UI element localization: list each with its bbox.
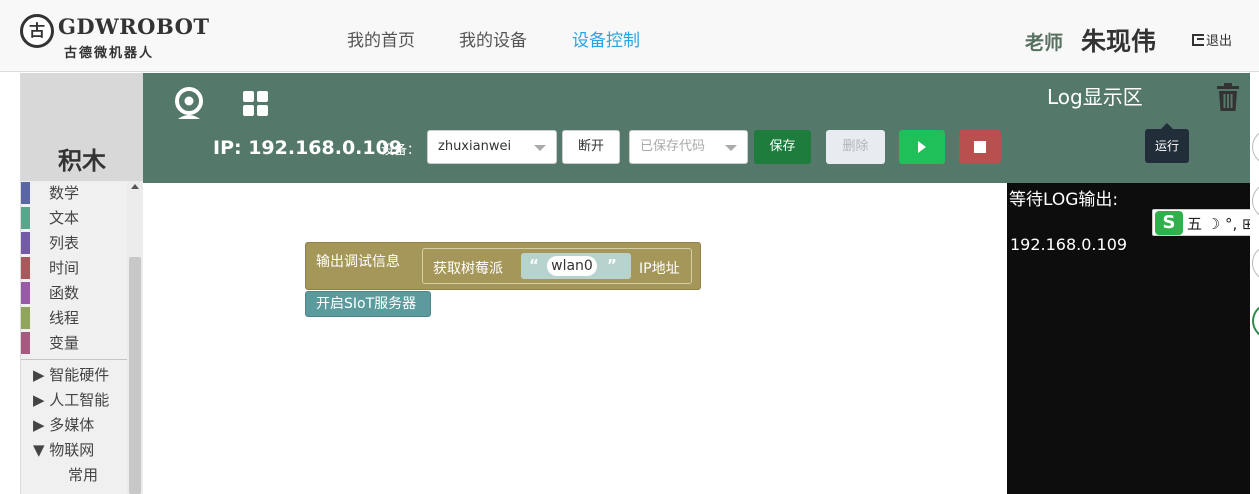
logo-subtitle: 古德微机器人 [64, 46, 155, 61]
subcategory-common[interactable]: 常用 [21, 463, 127, 488]
category-variables[interactable]: 变量 [21, 331, 127, 356]
category-label: 函数 [49, 284, 80, 302]
get-ip-prefix: 获取树莓派 [433, 261, 503, 277]
category-color-swatch [21, 257, 30, 279]
sidebar-scrollbar[interactable] [127, 181, 143, 494]
trash-icon[interactable] [1217, 83, 1239, 111]
sogou-ime-icon: S [1155, 211, 1183, 235]
open-quote: “ [529, 256, 539, 274]
run-button[interactable] [899, 130, 945, 164]
camera-icon[interactable] [173, 87, 205, 121]
category-math[interactable]: 数学 [21, 181, 127, 206]
category-color-swatch [21, 232, 30, 254]
category-list: 数学 文本 列表 时间 函数 线程 变量 ▶ 智能硬件 ▶ 人工智能 ▶ 多媒体… [21, 181, 127, 494]
ip-address-label: IP: 192.168.0.109 [213, 137, 403, 159]
run-tooltip: 运行 [1145, 123, 1189, 163]
category-label: 列表 [49, 234, 80, 252]
category-lists[interactable]: 列表 [21, 231, 127, 256]
print-debug-block[interactable]: 输出调试信息 获取树莓派 “ wlan0 ” IP地址 [305, 242, 701, 290]
string-block[interactable]: “ wlan0 ” [521, 253, 631, 279]
log-title: Log显示区 [1047, 85, 1143, 109]
logout-icon [1192, 34, 1204, 46]
close-quote: ” [607, 256, 617, 274]
get-ip-suffix: IP地址 [639, 261, 680, 277]
saved-code-placeholder: 已保存代码 [640, 139, 706, 154]
logout-button[interactable]: 退出 [1192, 30, 1232, 49]
category-color-swatch [21, 307, 30, 329]
scroll-up-arrow-icon[interactable] [131, 184, 139, 189]
edge-button[interactable] [1252, 245, 1259, 281]
category-label: 时间 [49, 259, 80, 277]
category-threads[interactable]: 线程 [21, 306, 127, 331]
category-divider [21, 359, 127, 360]
device-label: 设备： [381, 143, 421, 158]
user-role: 老师 [1025, 32, 1064, 54]
logo-mark-icon: 古 [20, 14, 54, 48]
play-icon [918, 141, 926, 153]
sidebar-title: 积木 [58, 147, 106, 175]
category-label: 线程 [49, 309, 80, 327]
logo-text: GDWROBOT [58, 14, 210, 39]
edge-button[interactable] [1252, 129, 1259, 165]
category-label: 变量 [49, 334, 80, 352]
group-smart-hardware[interactable]: ▶ 智能硬件 [21, 363, 127, 388]
category-time[interactable]: 时间 [21, 256, 127, 281]
disconnect-button[interactable]: 断开 [562, 130, 620, 164]
start-siot-block[interactable]: 开启SIoT服务器 [305, 291, 431, 317]
log-line: 192.168.0.109 [1010, 235, 1128, 254]
category-color-swatch [21, 207, 30, 229]
nav-home[interactable]: 我的首页 [347, 26, 415, 51]
string-field[interactable]: wlan0 [547, 256, 597, 276]
block-sidebar: 积木 数学 文本 列表 时间 函数 线程 变量 ▶ 智能硬件 ▶ 人工智能 ▶ … [21, 73, 143, 494]
chevron-down-icon [725, 145, 737, 151]
device-select-value: zhuxianwei [438, 139, 512, 154]
blockly-workspace[interactable]: 输出调试信息 获取树莓派 “ wlan0 ” IP地址 开启SIoT服务器 [143, 183, 1007, 494]
delete-button[interactable]: 删除 [826, 130, 885, 164]
get-ip-block[interactable]: 获取树莓派 “ wlan0 ” IP地址 [422, 248, 692, 284]
left-strip [0, 73, 21, 494]
group-multimedia[interactable]: ▶ 多媒体 [21, 413, 127, 438]
print-block-label: 输出调试信息 [316, 254, 400, 270]
control-toolbar: IP: 192.168.0.109 设备： zhuxianwei 断开 已保存代… [143, 73, 1007, 183]
saved-code-select[interactable]: 已保存代码 [629, 130, 748, 164]
save-button[interactable]: 保存 [754, 130, 811, 164]
log-waiting-text: 等待LOG输出: [1009, 190, 1119, 210]
user-name: 朱现伟 [1081, 27, 1157, 56]
group-ai[interactable]: ▶ 人工智能 [21, 388, 127, 413]
category-text[interactable]: 文本 [21, 206, 127, 231]
category-label: 文本 [49, 209, 80, 227]
chevron-down-icon [534, 145, 546, 151]
category-label: 数学 [49, 184, 80, 202]
stop-button[interactable] [959, 130, 1001, 164]
grid-icon[interactable] [243, 91, 269, 117]
category-color-swatch [21, 182, 30, 204]
group-iot[interactable]: ▼ 物联网 [21, 438, 127, 463]
nav-my-devices[interactable]: 我的设备 [459, 26, 527, 51]
device-select[interactable]: zhuxianwei [427, 130, 557, 164]
logout-label: 退出 [1206, 34, 1233, 49]
right-edge-panel [1250, 73, 1259, 494]
edge-button[interactable] [1252, 183, 1259, 219]
top-nav: 古 GDWROBOT 古德微机器人 我的首页 我的设备 设备控制 老师 朱现伟 … [0, 0, 1259, 72]
gdwrobot-logo[interactable]: 古 GDWROBOT 古德微机器人 [20, 12, 209, 61]
category-functions[interactable]: 函数 [21, 281, 127, 306]
edge-button[interactable] [1252, 303, 1259, 339]
stop-icon [974, 141, 986, 153]
log-header: Log显示区 运行 [1007, 73, 1250, 183]
ime-toolbar[interactable]: S 五 ☽ °, ⊞ [1152, 209, 1259, 236]
app-root: 古 GDWROBOT 古德微机器人 我的首页 我的设备 设备控制 老师 朱现伟 … [0, 0, 1259, 494]
ime-status-text: 五 ☽ °, ⊞ [1187, 215, 1255, 233]
nav-device-control[interactable]: 设备控制 [572, 26, 640, 51]
scroll-thumb[interactable] [129, 257, 141, 494]
category-color-swatch [21, 332, 30, 354]
category-color-swatch [21, 282, 30, 304]
